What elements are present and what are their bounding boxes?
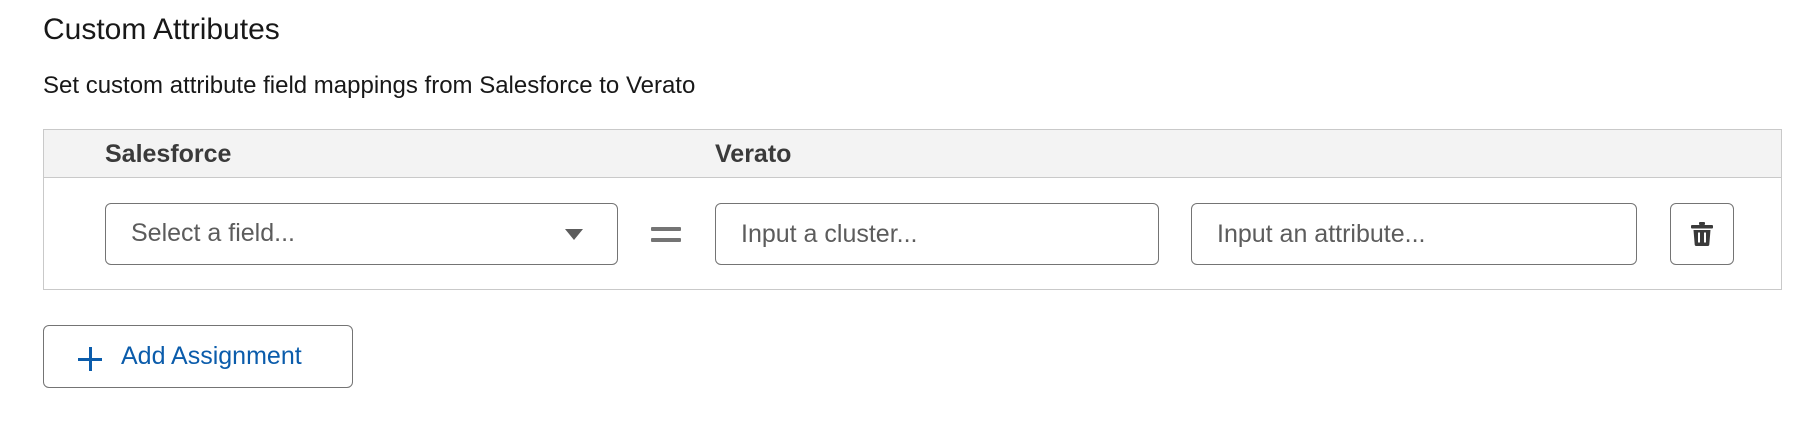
chevron-down-icon	[565, 229, 583, 240]
cluster-input-field[interactable]	[715, 203, 1159, 265]
select-placeholder: Select a field...	[131, 219, 295, 247]
trash-icon	[1691, 222, 1713, 246]
mapping-table: Salesforce Verato Select a field...	[43, 129, 1782, 290]
custom-attributes-section: Custom Attributes Set custom attribute f…	[0, 0, 1820, 432]
section-title: Custom Attributes	[43, 13, 280, 46]
add-assignment-label: Add Assignment	[121, 342, 302, 370]
add-assignment-button[interactable]: Add Assignment	[43, 325, 353, 388]
salesforce-field-select[interactable]: Select a field...	[105, 203, 618, 265]
attribute-input-field[interactable]	[1191, 203, 1637, 265]
column-header-salesforce: Salesforce	[105, 140, 232, 168]
attribute-input[interactable]	[1192, 204, 1636, 264]
delete-row-button[interactable]	[1670, 203, 1734, 265]
table-header: Salesforce Verato	[44, 130, 1781, 178]
cluster-input[interactable]	[716, 204, 1158, 264]
section-description: Set custom attribute field mappings from…	[43, 72, 696, 99]
plus-icon	[78, 347, 102, 371]
equals-icon	[651, 227, 681, 242]
column-header-verato: Verato	[715, 140, 792, 168]
